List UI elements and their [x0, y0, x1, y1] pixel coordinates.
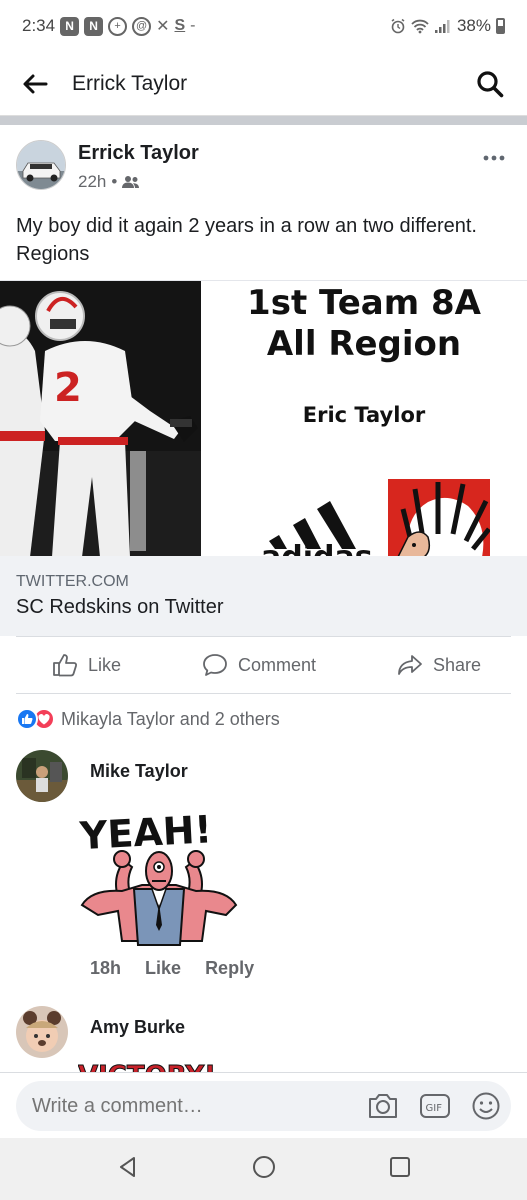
- comment-label: Comment: [237, 654, 316, 675]
- post-actions: Like Comment Share: [16, 636, 511, 694]
- nav-home-button[interactable]: [251, 1154, 277, 1185]
- players-illustration: 2: [0, 281, 201, 556]
- search-button[interactable]: [473, 67, 507, 101]
- dollar-icon: S: [174, 17, 186, 34]
- page-title: Errick Taylor: [72, 71, 188, 95]
- author-avatar[interactable]: [16, 140, 66, 190]
- nav-recents-button[interactable]: [388, 1155, 412, 1184]
- system-nav-bar: [0, 1138, 527, 1200]
- sticker-text: YEAH!: [78, 807, 213, 858]
- camera-icon: [369, 1094, 397, 1118]
- post-author[interactable]: Errick Taylor: [78, 142, 199, 165]
- adidas-logo-icon: adidas: [261, 501, 373, 556]
- signal-icon: [434, 20, 450, 33]
- circle-home-icon: [252, 1155, 275, 1178]
- notification-icon: N: [84, 16, 104, 36]
- emoji-button[interactable]: [470, 1089, 502, 1123]
- comment-reply-button[interactable]: Reply: [205, 958, 254, 979]
- more-dots-icon: [483, 155, 505, 161]
- pinwheel-icon: ✕: [156, 18, 170, 35]
- gif-button[interactable]: GIF: [418, 1089, 452, 1123]
- gif-icon: GIF: [420, 1094, 450, 1118]
- add-circle-icon: +: [108, 16, 128, 36]
- comment-button[interactable]: Comment: [202, 653, 332, 677]
- football-photo: 2: [0, 281, 201, 556]
- share-label: Share: [432, 654, 481, 675]
- graphic-headline: 1st Team 8A All Region: [201, 283, 527, 365]
- arrow-left-icon: [23, 74, 48, 93]
- comment-author[interactable]: Mike Taylor: [90, 761, 188, 782]
- selfie-avatar-image: [16, 1006, 68, 1058]
- graphic-player-name: Eric Taylor: [302, 403, 426, 427]
- share-button[interactable]: Share: [397, 653, 511, 677]
- comment-sticker[interactable]: YEAH!: [78, 805, 240, 953]
- commenter-avatar[interactable]: [16, 1006, 68, 1058]
- square-recents-icon: [389, 1156, 410, 1177]
- share-arrow-icon: [398, 655, 422, 675]
- post-text: My boy did it again 2 years in a row an …: [16, 215, 477, 265]
- jersey-number: 2: [54, 365, 82, 411]
- car-avatar-image: [17, 141, 65, 189]
- reactions-summary[interactable]: Mikayla Taylor and 2 others: [16, 706, 280, 732]
- alarm-icon: [391, 18, 405, 34]
- status-time: 2:34: [22, 16, 56, 35]
- comment-sticker[interactable]: VICTORY!: [78, 1054, 228, 1075]
- meta-separator: •: [111, 172, 118, 191]
- reactions-text: Mikayla Taylor and 2 others: [61, 708, 280, 729]
- like-button[interactable]: Like: [16, 653, 137, 677]
- post-time[interactable]: 22h: [78, 172, 106, 192]
- friends-privacy-icon: [122, 176, 140, 188]
- comment-like-button[interactable]: Like: [145, 958, 181, 979]
- comment-composer: GIF: [0, 1072, 527, 1138]
- like-reaction-icon: [16, 708, 38, 730]
- wifi-icon: [411, 19, 429, 34]
- link-domain: TWITTER.COM: [16, 573, 129, 590]
- yeah-sticker-image: YEAH!: [78, 807, 238, 946]
- comment-bubble-icon: [203, 654, 227, 676]
- comment-author[interactable]: Amy Burke: [90, 1017, 185, 1038]
- header-divider: [0, 116, 527, 125]
- link-title: SC Redskins on Twitter: [16, 596, 224, 618]
- thumbs-up-icon: [53, 654, 78, 677]
- mascot-logo-icon: [388, 479, 490, 556]
- camera-button[interactable]: [366, 1089, 400, 1123]
- status-dash: -: [190, 17, 196, 34]
- smiley-icon: [472, 1092, 500, 1120]
- post-header: Errick Taylor 22h •: [0, 125, 527, 205]
- status-bar: 2:34 N N + @ ✕ S - 38%: [0, 0, 527, 52]
- graphic-title-line1: 1st Team 8A: [247, 283, 481, 323]
- graphic-title-line2: All Region: [266, 324, 462, 364]
- battery-icon: [496, 18, 505, 34]
- back-button[interactable]: [20, 69, 50, 99]
- victory-sticker-image: VICTORY!: [78, 1061, 217, 1075]
- search-icon: [477, 70, 504, 97]
- link-preview-info[interactable]: TWITTER.COM SC Redskins on Twitter: [0, 556, 527, 636]
- battery-percent: 38%: [456, 16, 491, 35]
- triangle-back-icon: [119, 1156, 135, 1177]
- status-right: 38%: [390, 16, 505, 36]
- brand-text: adidas: [261, 540, 373, 556]
- comment-meta: 18h Like Reply: [90, 958, 254, 979]
- post-meta: 22h •: [78, 172, 140, 192]
- more-options-button[interactable]: [483, 141, 505, 167]
- outdoor-avatar-image: [16, 750, 68, 802]
- app-header: Errick Taylor: [0, 52, 527, 116]
- comment-time: 18h: [90, 958, 122, 978]
- threads-icon: @: [132, 16, 152, 36]
- like-label: Like: [88, 654, 122, 675]
- link-preview-image[interactable]: 2 1st Team 8A All Region Eric Taylor adi…: [0, 280, 527, 556]
- nav-back-button[interactable]: [116, 1155, 140, 1184]
- commenter-avatar[interactable]: [16, 750, 68, 802]
- gif-label: GIF: [426, 1103, 443, 1114]
- notification-icon: N: [60, 16, 80, 36]
- status-left: 2:34 N N + @ ✕ S -: [22, 16, 196, 36]
